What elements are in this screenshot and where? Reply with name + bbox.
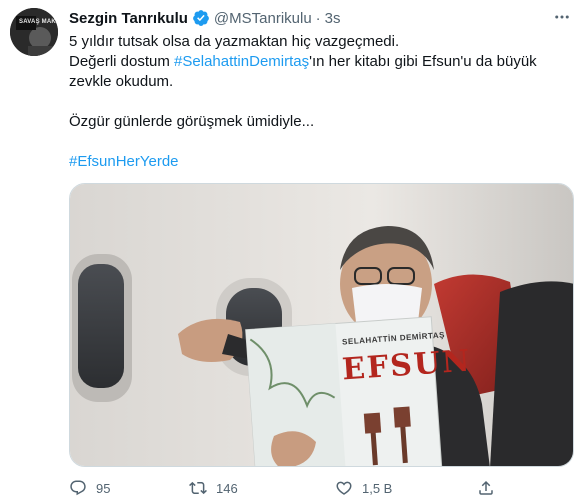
tweet-line-2-after: 'ın her kitabı gibi Efsun'u da büyük xyxy=(309,53,537,70)
like-button[interactable]: 1,5 B xyxy=(335,476,392,500)
tweet-photo[interactable]: SELAHATTİN DEMİRTAŞ EFSUN xyxy=(69,183,574,467)
retweet-count: 146 xyxy=(216,480,238,496)
tweet-line-4: Özgür günlerde görüşmek ümidiyle... xyxy=(69,113,315,130)
tweet-line-2: Değerli dostum #SelahattinDemirtaş'ın he… xyxy=(69,52,569,72)
avatar-sign-text: SAVAŞ MAKİ xyxy=(19,19,58,25)
avatar-image xyxy=(10,8,58,56)
author-handle[interactable]: @MSTanrikulu xyxy=(214,10,312,27)
tweet-line-1: 5 yıldır tutsak olsa da yazmaktan hiç va… xyxy=(69,33,400,50)
timestamp[interactable]: 3s xyxy=(325,10,341,27)
avatar[interactable]: SAVAŞ MAKİ xyxy=(10,8,58,56)
tweet-header: Sezgin Tanrıkulu @MSTanrikulu · 3s xyxy=(69,8,341,28)
verified-badge-icon xyxy=(193,10,209,26)
tweet-line-3: zevkle okudum. xyxy=(69,73,174,90)
retweet-button[interactable]: 146 xyxy=(189,476,238,500)
tweet-actions: 95 146 1,5 B xyxy=(69,476,529,500)
reply-icon xyxy=(70,480,86,496)
reply-count: 95 xyxy=(96,480,111,496)
photo-airplane-cabin xyxy=(70,184,573,466)
tweet-text: 5 yıldır tutsak olsa da yazmaktan hiç va… xyxy=(69,32,569,172)
reply-button[interactable]: 95 xyxy=(69,476,110,500)
more-options-icon[interactable] xyxy=(549,4,575,30)
tweet-line-2-before: Değerli dostum xyxy=(69,53,175,70)
heart-icon xyxy=(336,481,352,495)
retweet-icon xyxy=(189,481,207,495)
hashtag-efsun-her-yerde[interactable]: #EfsunHerYerde xyxy=(69,152,569,172)
share-button[interactable] xyxy=(477,476,495,500)
hashtag-selahattin-demirtas[interactable]: #SelahattinDemirtaş xyxy=(174,53,309,70)
separator-dot: · xyxy=(315,9,321,27)
blank-line-2 xyxy=(69,132,569,152)
author-name[interactable]: Sezgin Tanrıkulu xyxy=(69,10,188,27)
share-icon xyxy=(479,480,493,495)
like-count: 1,5 B xyxy=(362,480,393,496)
